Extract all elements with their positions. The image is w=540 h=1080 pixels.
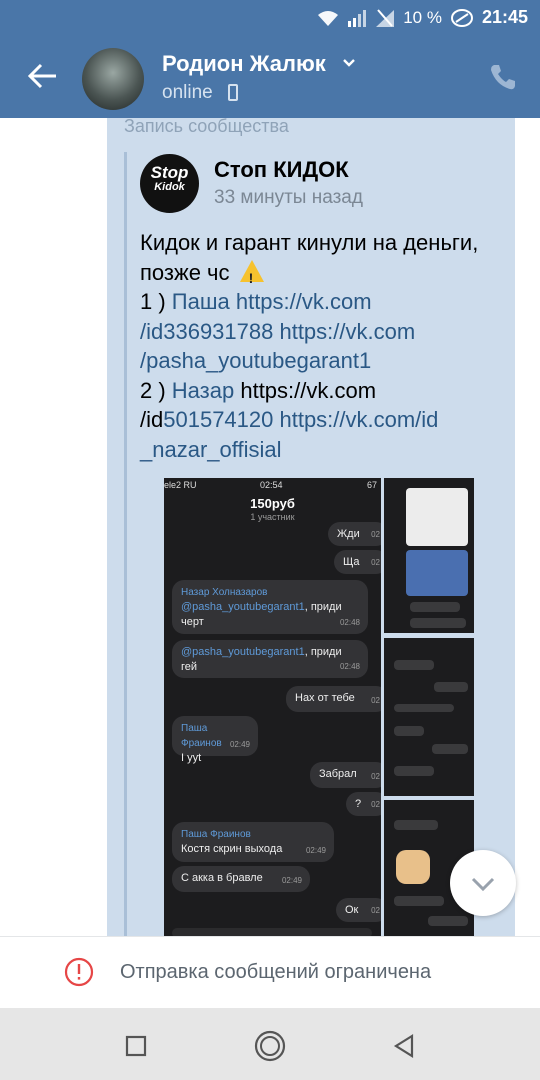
image-message: Жди 02 [328, 522, 381, 546]
msg-text: Костя скрин выхода [181, 843, 283, 855]
group-name[interactable]: Стоп КИДОК [214, 157, 349, 183]
msg-text: Ща [343, 556, 360, 568]
post-line-1: Кидок и гарант кинули на деньги, [140, 230, 479, 255]
msg-mention: @pasha_youtubegarant1 [181, 601, 305, 613]
mention-link[interactable]: Назар [172, 378, 234, 403]
signal-2-icon [376, 8, 395, 27]
image-message: Ок 02 [336, 898, 381, 922]
image-message: Ща 02 [334, 550, 381, 574]
url-link[interactable]: _nazar_offisial [140, 435, 505, 465]
msg-time: 02:48 [339, 618, 360, 627]
image-carrier: ele2 RU [164, 480, 197, 490]
messaging-restricted-bar: Отправка сообщений ограничена [0, 936, 540, 1009]
msg-time: 02 [371, 906, 380, 915]
msg-text: Ок [345, 904, 359, 916]
msg-time: 02:49 [305, 846, 326, 855]
restricted-text: Отправка сообщений ограничена [120, 961, 432, 983]
msg-time: 02 [371, 772, 380, 781]
group-avatar-text-1: Stop [150, 163, 189, 182]
url-link[interactable]: 501574120 https://vk.com/id [163, 407, 438, 432]
status-bar: 10 % 21:45 [0, 0, 540, 38]
image-message: Забрал 02 [310, 762, 381, 788]
msg-sender: Назар Холназаров [181, 587, 268, 598]
plain-url: /id [140, 407, 164, 432]
msg-text: Забрал [319, 768, 357, 780]
post-text: Кидок и гарант кинули на деньги, позже ч… [140, 228, 505, 464]
attached-image-thumbnail[interactable] [384, 478, 474, 633]
chevron-down-icon[interactable] [342, 56, 356, 70]
msg-text: Жди [337, 528, 360, 540]
post-line-2-text: позже чс [140, 259, 230, 285]
image-message: @pasha_youtubegarant1, приди гей 02:48 [172, 640, 368, 678]
msg-time: 02:49 [281, 876, 302, 885]
msg-sender: Паша Фраинов [181, 829, 251, 840]
image-message: Нах от тебе 02 [286, 686, 381, 712]
msg-mention: @pasha_youtubegarant1 [181, 646, 305, 658]
msg-time: 02:48 [339, 662, 360, 671]
peer-name[interactable]: Родион Жалюк [162, 51, 326, 77]
image-message: С акка в бравле 02:49 [172, 866, 310, 892]
image-message: ? 02 [346, 792, 381, 816]
msg-text: ? [355, 798, 362, 810]
battery-percent: 10 % [403, 7, 442, 27]
msg-text: I yyt [181, 752, 202, 764]
msg-time: 02 [371, 530, 380, 539]
image-time: 02:54 [260, 480, 283, 490]
avatar[interactable] [82, 48, 144, 110]
list-number: 2 ) [140, 377, 172, 403]
msg-text: Нах от тебе [295, 692, 355, 704]
wifi-icon [318, 10, 339, 26]
attached-image-thumbnail[interactable] [384, 638, 474, 796]
recent-apps-button[interactable] [118, 1028, 154, 1064]
battery-saver-icon [450, 8, 473, 27]
list-number: 1 ) [140, 289, 172, 314]
group-avatar[interactable]: Stop Kidok [140, 154, 199, 213]
post-line-3: 1 ) Паша https://vk.com [140, 287, 505, 317]
phone-call-icon[interactable] [488, 62, 518, 92]
quote-bar [124, 152, 127, 942]
post-line-2: позже чс [140, 258, 505, 293]
msg-time: 02 [371, 800, 380, 809]
warning-icon [239, 259, 264, 293]
url-link[interactable]: /pasha_youtubegarant1 [140, 346, 505, 376]
msg-time: 02 [371, 558, 380, 567]
post-line-7: /id501574120 https://vk.com/id [140, 405, 505, 435]
peer-status: online [162, 82, 213, 103]
mobile-phone-icon [228, 84, 238, 101]
post-time: 33 минуты назад [214, 187, 363, 208]
image-message: Назар Холназаров @pasha_youtubegarant1, п… [172, 580, 368, 634]
url-link[interactable]: /id336931788 https://vk.com [140, 317, 505, 347]
repost-label: Запись сообщества [124, 116, 289, 136]
signal-icon [348, 9, 367, 27]
msg-time: 02:49 [229, 740, 250, 749]
chat-header: Родион Жалюк online [0, 38, 540, 118]
back-button[interactable] [386, 1028, 422, 1064]
chevron-down-icon [471, 877, 495, 892]
attached-image[interactable]: ele2 RU 02:54 67 150руб 1 участник Жди 02… [164, 478, 381, 938]
image-message: Паша Фраинов Костя скрин выхода 02:49 [172, 822, 334, 862]
msg-text: С акка в бравле [181, 872, 263, 884]
alert-circle-icon [64, 957, 94, 987]
msg-time: 02 [371, 696, 380, 705]
group-avatar-text-2: Kidok [154, 181, 185, 193]
mention-link[interactable]: Паша [172, 289, 230, 314]
scroll-down-button[interactable] [450, 850, 516, 916]
image-chat-title: 150руб [250, 496, 295, 511]
post-line-6: 2 ) Назар https://vk.com [140, 376, 505, 406]
back-arrow-icon[interactable] [26, 60, 58, 92]
clock: 21:45 [481, 7, 528, 27]
image-battery: 67 [366, 480, 377, 490]
image-chat-subtitle: 1 участник [250, 512, 295, 522]
plain-url: https://vk.com [234, 377, 377, 403]
image-message: Паша Фраинов I yyt 02:49 [172, 716, 258, 764]
home-button[interactable] [252, 1028, 288, 1064]
system-nav-bar [0, 1008, 540, 1080]
image-status-bar: ele2 RU 02:54 67 [164, 478, 381, 494]
